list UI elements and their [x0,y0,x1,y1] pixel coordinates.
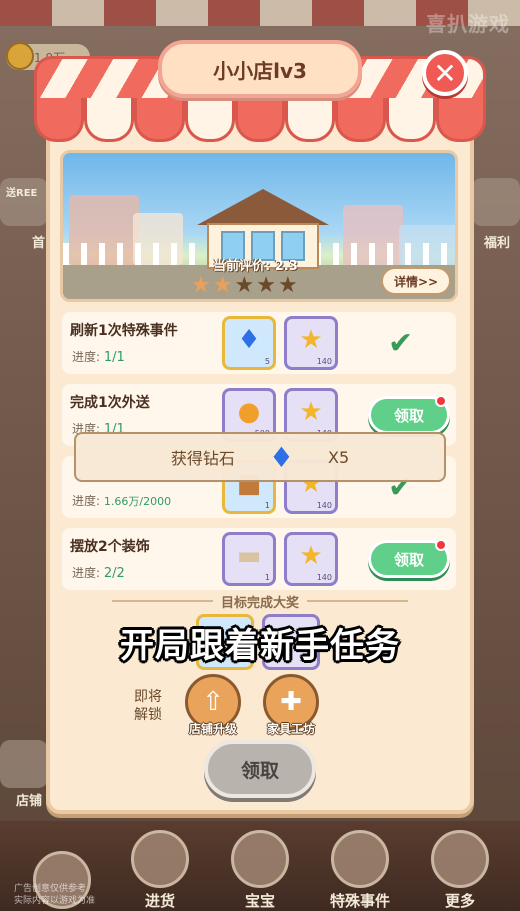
unlock-furniture-workshop[interactable]: ✚ 家具工坊 [256,674,326,737]
toast-amount: X5 [327,447,350,467]
unlock-label: 即将解锁 [134,689,162,723]
plus-icon [431,830,489,888]
side-welfare-icon[interactable] [472,178,520,226]
star-icon: ★ [299,325,323,355]
notification-dot [435,395,447,407]
task-progress: 进度: 2/2 [72,566,125,581]
star-icon: ★ [299,397,323,427]
rating-label: 当前评价: 2.3 [213,259,298,274]
baby-icon [231,830,289,888]
side-label-first: 首 [32,236,46,251]
reward-diamond[interactable]: ♦ 5 [222,316,276,370]
star-icon: ★ [212,273,233,298]
claim-button[interactable]: 领取 [368,539,450,578]
close-icon: ✕ [433,56,457,90]
nav-item-more[interactable]: 更多 [420,830,500,911]
side-label-welfare: 福利 [484,236,511,251]
reward-star[interactable]: ★140 [284,532,338,586]
star-icon: ★ [256,273,276,298]
task-name: 完成1次外送 [70,395,150,411]
coin-icon [6,42,34,70]
side-shop-icon[interactable] [0,740,48,788]
scroll-icon: ▬ [236,541,262,571]
reward-star[interactable]: ★140 [284,316,338,370]
task-progress: 进度: 1/1 [72,350,125,365]
diamond-icon: ♦ [268,440,294,474]
box-icon [131,830,189,888]
task-progress: 进度: 1.66万/2000 [72,494,172,508]
main-claim-button[interactable]: 领取 [204,740,316,798]
close-button[interactable]: ✕ [422,50,468,96]
panel-title: 小小店lv3 [158,40,362,98]
rating-stars: ★ ★ ★ ★ ★ [191,275,298,297]
unlock-shop-upgrade[interactable]: ⇧ 店铺升级 [178,674,248,737]
reward-toast: 获得钻石 ♦ X5 [74,432,446,482]
goal-title: 目标完成大奖 [104,591,416,611]
task-row: 刷新1次特殊事件 进度: 1/1 ♦ 5 ★ 140 ✔ [62,312,456,374]
star-icon: ★ [191,273,211,298]
alert-icon [331,830,389,888]
nav-item-stock[interactable]: 进货 [120,830,200,911]
star-icon: ★ [234,273,255,298]
nav-item-baby[interactable]: 宝宝 [220,830,300,911]
details-button[interactable]: 详情>> [381,267,451,295]
task-row: 摆放2个装饰 进度: 2/2 ▬ 1 ★ 140 领取 [62,528,456,590]
ad-disclaimer: 广告创意仅供参考 实际内容以游戏为准 [14,884,96,906]
task-name: 刷新1次特殊事件 [70,323,178,339]
reward-scroll[interactable]: ▬ 1 [222,532,276,586]
completed-check-icon: ✔ [388,326,414,361]
star-icon: ★ [299,541,323,571]
nav-item-special-event[interactable]: 特殊事件 [320,830,400,911]
toast-text: 获得钻石 [170,449,235,468]
shop-scene: 当前评价: 2.3 ★ ★ ★ ★ ★ 详情>> [60,150,458,302]
watermark: 喜扒游戏 [426,12,510,36]
notification-dot [435,539,447,551]
star-icon: ★ [277,273,298,298]
side-badge: 送REE [6,188,38,199]
video-caption: 开局跟着新手任务 [120,626,400,666]
claim-button[interactable]: 领取 [368,395,450,434]
heart-coin-icon: ● [237,397,261,427]
side-label-shop: 店铺 [16,794,43,809]
diamond-icon: ♦ [237,325,261,355]
task-name: 摆放2个装饰 [70,539,150,555]
